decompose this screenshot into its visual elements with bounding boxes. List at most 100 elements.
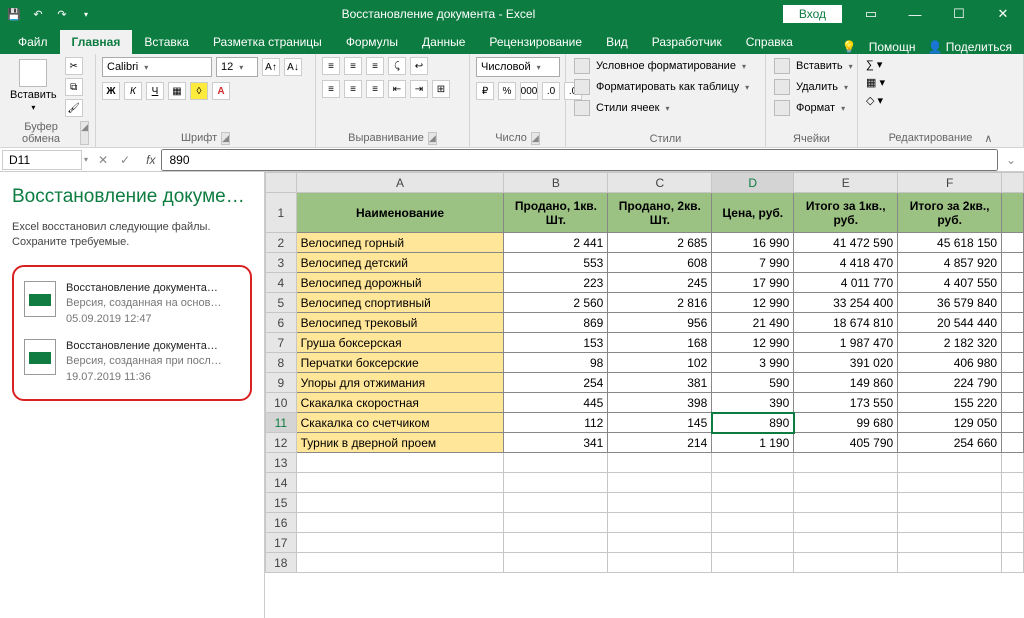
row-header[interactable]: 3	[266, 253, 297, 273]
cell[interactable]: Упоры для отжимания	[296, 373, 504, 393]
tab-справка[interactable]: Справка	[734, 30, 805, 54]
cut-icon[interactable]: ✂	[65, 57, 83, 75]
inc-decimal-icon[interactable]: .0	[542, 82, 560, 100]
tab-формулы[interactable]: Формулы	[334, 30, 410, 54]
cell[interactable]	[794, 553, 898, 573]
cell[interactable]: 553	[504, 253, 608, 273]
cell[interactable]	[712, 513, 794, 533]
cell[interactable]: 224 790	[898, 373, 1002, 393]
cell[interactable]	[296, 553, 504, 573]
cell[interactable]	[608, 453, 712, 473]
recovery-item[interactable]: Восстановление документа… Версия, создан…	[22, 275, 242, 333]
cell[interactable]	[296, 473, 504, 493]
formula-input[interactable]	[161, 149, 997, 171]
cell[interactable]	[608, 493, 712, 513]
cell[interactable]: 4 407 550	[898, 273, 1002, 293]
cell[interactable]: 41 472 590	[794, 233, 898, 253]
cell[interactable]: 7 990	[712, 253, 794, 273]
cell[interactable]	[898, 453, 1002, 473]
tab-разработчик[interactable]: Разработчик	[640, 30, 734, 54]
cell[interactable]: 405 790	[794, 433, 898, 453]
cell[interactable]: 2 182 320	[898, 333, 1002, 353]
col-header[interactable]: E	[794, 173, 898, 193]
cell[interactable]: 21 490	[712, 313, 794, 333]
cell[interactable]	[794, 493, 898, 513]
cell[interactable]: 99 680	[794, 413, 898, 433]
cell[interactable]: 2 685	[608, 233, 712, 253]
align-center-icon[interactable]: ≡	[344, 80, 362, 98]
bold-button[interactable]: Ж	[102, 82, 120, 100]
cell[interactable]	[712, 493, 794, 513]
row-header[interactable]: 17	[266, 533, 297, 553]
tab-разметка страницы[interactable]: Разметка страницы	[201, 30, 334, 54]
cell[interactable]: 2 816	[608, 293, 712, 313]
row-header[interactable]: 6	[266, 313, 297, 333]
cell[interactable]	[1002, 493, 1024, 513]
cell[interactable]: 112	[504, 413, 608, 433]
cell[interactable]	[712, 533, 794, 553]
wrap-text-icon[interactable]: ↩	[410, 57, 428, 75]
cell[interactable]	[712, 473, 794, 493]
paste-button[interactable]: Вставить▾	[6, 57, 61, 114]
minimize-icon[interactable]: —	[900, 7, 930, 22]
fill-button[interactable]: ▦ ▾	[864, 75, 887, 90]
cell[interactable]	[504, 533, 608, 553]
cell[interactable]	[608, 533, 712, 553]
row-header[interactable]: 8	[266, 353, 297, 373]
cell[interactable]: 2 560	[504, 293, 608, 313]
orientation-icon[interactable]: ⤹	[388, 57, 406, 75]
cell[interactable]	[794, 473, 898, 493]
cell[interactable]: 214	[608, 433, 712, 453]
cell[interactable]: 36 579 840	[898, 293, 1002, 313]
name-box[interactable]	[2, 150, 82, 170]
cell[interactable]: 16 990	[712, 233, 794, 253]
cell[interactable]	[608, 513, 712, 533]
increase-font-icon[interactable]: A↑	[262, 58, 280, 76]
cell[interactable]: 173 550	[794, 393, 898, 413]
percent-icon[interactable]: %	[498, 82, 516, 100]
cell[interactable]: 33 254 400	[794, 293, 898, 313]
cell[interactable]: 341	[504, 433, 608, 453]
cancel-formula-icon[interactable]: ✕	[98, 153, 108, 167]
cell[interactable]: Перчатки боксерские	[296, 353, 504, 373]
decrease-font-icon[interactable]: A↓	[284, 58, 302, 76]
header-cell[interactable]: Продано, 1кв. Шт.	[504, 193, 608, 233]
cell[interactable]	[504, 453, 608, 473]
select-all-corner[interactable]	[266, 173, 297, 193]
expand-formula-bar-icon[interactable]: ⌄	[998, 153, 1024, 167]
row-header[interactable]: 12	[266, 433, 297, 453]
row-header[interactable]: 18	[266, 553, 297, 573]
cell[interactable]	[898, 493, 1002, 513]
conditional-formatting-button[interactable]: Условное форматирование▾	[572, 57, 748, 75]
spreadsheet[interactable]: ABCDEF1НаименованиеПродано, 1кв. Шт.Прод…	[265, 172, 1024, 618]
copy-icon[interactable]: ⧉	[65, 78, 83, 96]
header-cell[interactable]: Продано, 2кв. Шт.	[608, 193, 712, 233]
cell[interactable]: 254 660	[898, 433, 1002, 453]
header-cell[interactable]: Итого за 2кв., руб.	[898, 193, 1002, 233]
cell[interactable]: 129 050	[898, 413, 1002, 433]
cell[interactable]	[1002, 473, 1024, 493]
row-header[interactable]: 14	[266, 473, 297, 493]
cell[interactable]: 590	[712, 373, 794, 393]
cell[interactable]: 406 980	[898, 353, 1002, 373]
cell[interactable]	[296, 453, 504, 473]
row-header[interactable]: 5	[266, 293, 297, 313]
cell[interactable]	[1002, 453, 1024, 473]
tab-вставка[interactable]: Вставка	[132, 30, 201, 54]
cell[interactable]	[898, 533, 1002, 553]
header-cell[interactable]: Наименование	[296, 193, 504, 233]
row-header[interactable]: 10	[266, 393, 297, 413]
cell[interactable]	[1002, 513, 1024, 533]
cell[interactable]: 12 990	[712, 293, 794, 313]
qat-more-icon[interactable]: ▾	[78, 6, 94, 22]
cell[interactable]: 149 860	[794, 373, 898, 393]
cell[interactable]	[794, 513, 898, 533]
align-left-icon[interactable]: ≡	[322, 80, 340, 98]
format-painter-icon[interactable]: 🖌	[65, 99, 83, 117]
cell[interactable]	[296, 493, 504, 513]
cell[interactable]: 102	[608, 353, 712, 373]
align-middle-icon[interactable]: ≡	[344, 57, 362, 75]
indent-inc-icon[interactable]: ⇥	[410, 80, 428, 98]
merge-icon[interactable]: ⊞	[432, 80, 450, 98]
cell[interactable]: 445	[504, 393, 608, 413]
